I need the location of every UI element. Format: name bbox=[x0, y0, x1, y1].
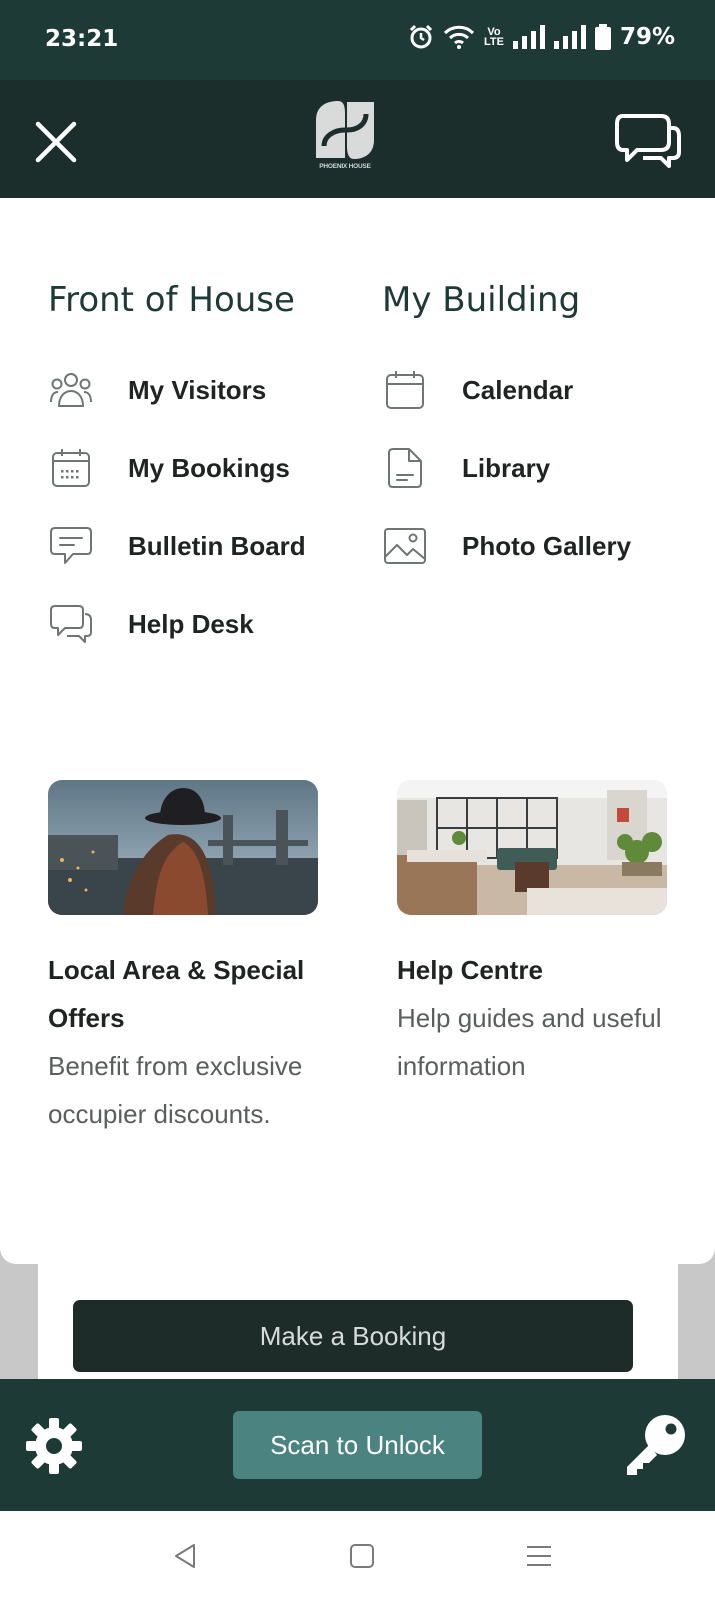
document-icon bbox=[383, 446, 427, 490]
menu-item-photo-gallery[interactable]: Photo Gallery bbox=[383, 516, 631, 576]
menu-item-my-bookings[interactable]: My Bookings bbox=[49, 438, 290, 498]
signal-icon bbox=[512, 25, 545, 49]
visitors-icon bbox=[49, 368, 93, 412]
recents-menu-icon[interactable] bbox=[524, 1541, 554, 1571]
menu-item-calendar[interactable]: Calendar bbox=[383, 360, 573, 420]
signal-icon-2 bbox=[553, 25, 586, 49]
logo-text: PHOENIX HOUSE bbox=[319, 163, 371, 170]
make-booking-button[interactable]: Make a Booking bbox=[73, 1300, 633, 1372]
wifi-icon bbox=[443, 25, 475, 49]
help-centre-card-description: Help guides and useful information bbox=[397, 1003, 662, 1081]
status-icons: Vo LTE 79% bbox=[408, 24, 675, 50]
menu-item-label: My Visitors bbox=[128, 374, 267, 405]
image-icon bbox=[383, 524, 427, 568]
status-time: 23:21 bbox=[45, 26, 119, 52]
help-centre-card-title[interactable]: Help Centre bbox=[397, 946, 687, 994]
bottom-action-bar: Scan to Unlock bbox=[0, 1379, 715, 1511]
menu-item-my-visitors[interactable]: My Visitors bbox=[49, 360, 266, 420]
status-bar: 23:21 Vo LTE 79% bbox=[0, 0, 715, 80]
message-icon bbox=[49, 524, 93, 568]
local-area-card-description: Benefit from exclusive occupier discount… bbox=[48, 1051, 303, 1129]
menu-item-label: Calendar bbox=[462, 374, 574, 405]
home-square-icon[interactable] bbox=[347, 1541, 377, 1571]
battery-icon bbox=[594, 24, 611, 50]
system-navigation-bar bbox=[0, 1511, 715, 1600]
back-triangle-icon[interactable] bbox=[170, 1541, 200, 1571]
menu-item-bulletin-board[interactable]: Bulletin Board bbox=[49, 516, 306, 576]
city-photo-image bbox=[48, 780, 318, 915]
my-building-title: My Building bbox=[382, 280, 581, 320]
battery-percent: 79% bbox=[619, 24, 675, 50]
phoenix-house-logo: PHOENIX HOUSE bbox=[312, 100, 378, 180]
app-header: PHOENIX HOUSE bbox=[0, 80, 715, 198]
menu-item-help-desk[interactable]: Help Desk bbox=[49, 594, 254, 654]
menu-item-label: My Bookings bbox=[128, 452, 290, 483]
bookings-calendar-icon bbox=[49, 446, 93, 490]
key-icon[interactable] bbox=[619, 1409, 691, 1481]
menu-item-label: Photo Gallery bbox=[462, 530, 632, 561]
logo-mark-icon bbox=[316, 101, 374, 159]
local-area-card-title[interactable]: Local Area & Special Offers bbox=[48, 946, 338, 1042]
chat-icon bbox=[49, 602, 93, 646]
menu-item-label: Help Desk bbox=[128, 608, 254, 639]
front-of-house-title: Front of House bbox=[48, 280, 295, 320]
navigation-menu-panel: Front of House My Building My Visitors M… bbox=[0, 198, 715, 1264]
menu-item-library[interactable]: Library bbox=[383, 438, 550, 498]
help-centre-card-image[interactable] bbox=[397, 780, 667, 915]
close-icon[interactable] bbox=[34, 120, 78, 164]
volte-indicator: Vo LTE bbox=[483, 26, 504, 48]
menu-item-label: Bulletin Board bbox=[128, 530, 306, 561]
menu-item-label: Library bbox=[462, 452, 551, 483]
chat-icon[interactable] bbox=[615, 112, 681, 170]
local-area-card-image[interactable] bbox=[48, 780, 318, 915]
alarm-icon bbox=[409, 24, 433, 49]
office-photo-image bbox=[397, 780, 667, 915]
scan-to-unlock-button[interactable]: Scan to Unlock bbox=[233, 1411, 482, 1479]
settings-gear-icon[interactable] bbox=[24, 1416, 84, 1476]
calendar-icon bbox=[383, 368, 427, 412]
